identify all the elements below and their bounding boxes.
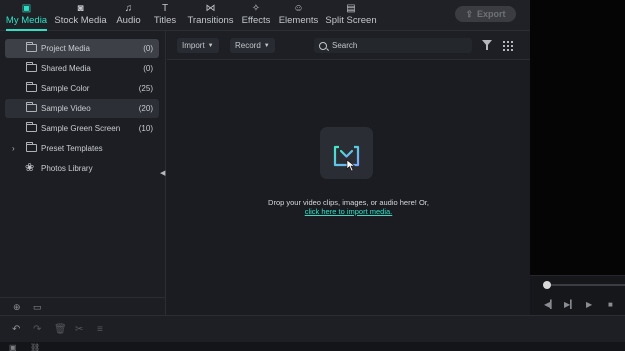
filter-icon[interactable] xyxy=(482,40,492,50)
new-folder-icon[interactable]: ⊕ xyxy=(13,302,21,313)
tab-label: Transitions xyxy=(187,15,234,26)
tab-label: Audio xyxy=(116,15,141,26)
sidebar-item-preset-templates[interactable]: › Preset Templates xyxy=(5,139,159,158)
media-drop-area[interactable]: Drop your video clips, images, or audio … xyxy=(167,60,530,315)
record-dropdown[interactable]: Record ▼ xyxy=(230,38,275,53)
sidebar-item-sample-video[interactable]: Sample Video (20) xyxy=(5,99,159,118)
timeline-track-header: ▣ ⛓ xyxy=(0,342,625,351)
delete-icon[interactable]: 🗑 xyxy=(54,324,67,335)
app-window: ▣ My Media ◙ Stock Media ♫ Audio T Title… xyxy=(0,0,625,351)
drop-instructions: Drop your video clips, images, or audio … xyxy=(268,198,429,207)
search-box[interactable] xyxy=(314,38,472,53)
preview-controls: ◀▎ ▶▎ ▶ ■ xyxy=(530,275,625,315)
sidebar-item-sample-color[interactable]: Sample Color (25) xyxy=(5,79,159,98)
search-input[interactable] xyxy=(332,41,452,50)
sidebar-item-sample-green-screen[interactable]: Sample Green Screen (10) xyxy=(5,119,159,138)
sidebar-item-project-media[interactable]: Project Media (0) xyxy=(5,39,159,58)
folder-icon xyxy=(26,62,37,72)
folder-icon xyxy=(26,82,37,92)
sidebar-item-count: (20) xyxy=(138,104,153,113)
sidebar-item-label: Sample Video xyxy=(41,104,91,113)
sidebar-item-count: (25) xyxy=(138,84,153,93)
skip-back-icon[interactable]: ◀▎ xyxy=(544,300,556,309)
media-tabs-toolbar: ▣ My Media ◙ Stock Media ♫ Audio T Title… xyxy=(0,0,530,31)
tab-label: Effects xyxy=(241,15,271,26)
link-icon[interactable]: ⛓ xyxy=(30,343,40,351)
folder-icon xyxy=(26,42,37,52)
tab-label: Split Screen xyxy=(325,15,377,26)
export-button[interactable]: ⇪ Export xyxy=(455,6,516,22)
play-icon[interactable]: ▶ xyxy=(586,300,592,309)
tab-effects[interactable]: ✧ Effects xyxy=(241,2,271,31)
export-label: Export xyxy=(477,9,506,19)
sidebar-item-label: Project Media xyxy=(41,44,90,53)
tab-audio[interactable]: ♫ Audio xyxy=(116,2,141,31)
sidebar-item-label: Sample Green Screen xyxy=(41,124,121,133)
music-note-icon: ♫ xyxy=(124,3,133,14)
sidebar-footer: ⊕ ▭ xyxy=(0,297,166,315)
tab-label: My Media xyxy=(5,15,48,26)
playback-scrubber[interactable] xyxy=(546,284,625,286)
elements-icon: ☺ xyxy=(293,3,304,14)
tab-stock-media[interactable]: ◙ Stock Media xyxy=(54,2,107,31)
menu-icon[interactable]: ≡ xyxy=(97,324,103,335)
cut-icon[interactable]: ✂ xyxy=(75,324,83,335)
record-label: Record xyxy=(235,41,261,50)
undo-icon[interactable]: ↶ xyxy=(12,324,20,335)
tab-label: Stock Media xyxy=(54,15,107,26)
media-toolbar: Import ▼ Record ▼ xyxy=(167,31,530,60)
chevron-right-icon[interactable]: › xyxy=(12,144,15,153)
tab-titles[interactable]: T Titles xyxy=(153,2,177,31)
tab-label: Titles xyxy=(153,15,177,26)
photos-icon: ❀ xyxy=(25,162,35,174)
chevron-down-icon: ▼ xyxy=(207,42,214,49)
tab-my-media[interactable]: ▣ My Media xyxy=(6,2,47,31)
tab-transitions[interactable]: ⋈ Transitions xyxy=(187,2,234,31)
sidebar-item-shared-media[interactable]: Shared Media (0) xyxy=(5,59,159,78)
sidebar-item-label: Preset Templates xyxy=(41,144,103,153)
upload-icon: ⇪ xyxy=(465,8,474,19)
sidebar-item-photos-library[interactable]: ❀ Photos Library xyxy=(5,159,159,178)
import-media-button[interactable] xyxy=(320,127,373,179)
add-track-icon[interactable]: ▣ xyxy=(9,343,17,351)
sidebar-item-count: (0) xyxy=(143,44,153,53)
import-dropdown[interactable]: Import ▼ xyxy=(177,38,219,53)
image-icon: ▣ xyxy=(21,3,32,14)
transition-icon: ⋈ xyxy=(205,3,216,14)
step-back-icon[interactable]: ▶▎ xyxy=(564,300,576,309)
folder-outline-icon[interactable]: ▭ xyxy=(33,302,42,313)
folder-icon xyxy=(26,102,37,112)
preview-viewer xyxy=(530,0,625,315)
sidebar-item-count: (10) xyxy=(138,124,153,133)
tab-split-screen[interactable]: ▤ Split Screen xyxy=(325,2,377,31)
playhead-knob[interactable] xyxy=(543,281,551,289)
import-media-link[interactable]: click here to import media. xyxy=(167,207,530,216)
import-label: Import xyxy=(182,41,205,50)
media-library-sidebar: Project Media (0) Shared Media (0) Sampl… xyxy=(0,31,166,315)
sidebar-item-count: (0) xyxy=(143,64,153,73)
grid-view-icon[interactable] xyxy=(503,41,513,51)
sidebar-item-label: Sample Color xyxy=(41,84,90,93)
redo-icon[interactable]: ↷ xyxy=(33,324,41,335)
folder-icon xyxy=(26,142,37,152)
sidebar-item-label: Shared Media xyxy=(41,64,91,73)
split-screen-icon: ▤ xyxy=(346,3,356,14)
chevron-down-icon: ▼ xyxy=(263,42,270,49)
collapse-sidebar-icon[interactable]: ◀ xyxy=(160,169,165,177)
text-icon: T xyxy=(161,3,169,14)
cursor-icon xyxy=(346,159,356,172)
tab-elements[interactable]: ☺ Elements xyxy=(278,2,319,31)
folder-icon xyxy=(26,122,37,132)
import-download-icon xyxy=(333,136,360,172)
sparkle-icon: ✧ xyxy=(251,3,261,14)
tab-label: Elements xyxy=(278,15,319,26)
stop-icon[interactable]: ■ xyxy=(608,300,613,309)
timeline-toolbar: ↶ ↷ 🗑 ✂ ≡ xyxy=(0,315,625,342)
sidebar-item-label: Photos Library xyxy=(41,164,93,173)
camera-icon: ◙ xyxy=(77,3,84,14)
search-icon xyxy=(319,41,327,50)
